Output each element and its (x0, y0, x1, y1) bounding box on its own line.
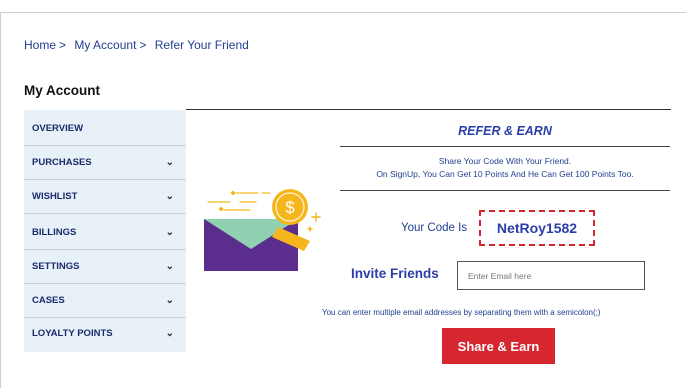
chevron-down-icon: ⌄ (165, 261, 174, 272)
chevron-down-icon: ⌄ (165, 191, 174, 202)
invite-helper-text: You can enter multiple email addresses b… (322, 308, 601, 317)
sidebar-item-settings[interactable]: SETTINGS ⌄ (24, 250, 186, 283)
share-earn-button[interactable]: Share & Earn (442, 328, 555, 364)
sidebar-item-label: WISHLIST (32, 191, 78, 202)
sidebar-divider (24, 213, 186, 214)
sidebar-item-purchases[interactable]: PURCHASES ⌄ (24, 146, 186, 179)
breadcrumb-separator: > (139, 38, 147, 52)
sidebar-item-label: PURCHASES (32, 157, 92, 168)
chevron-down-icon: ⌄ (165, 295, 174, 306)
breadcrumb: Home > My Account > Refer Your Friend (24, 38, 249, 52)
invite-email-input[interactable] (457, 261, 645, 290)
refer-description: Share Your Code With Your Friend. On Sig… (340, 155, 670, 181)
description-divider (340, 190, 670, 191)
breadcrumb-current: Refer Your Friend (154, 38, 249, 52)
sidebar-item-label: OVERVIEW (32, 123, 84, 134)
envelope-coin-icon: $ (204, 189, 321, 271)
refer-description-line: On SignUp, You Can Get 10 Points And He … (376, 169, 634, 179)
breadcrumb-home[interactable]: Home (24, 38, 56, 52)
chevron-down-icon: ⌄ (165, 328, 174, 339)
sidebar-item-overview[interactable]: OVERVIEW (24, 112, 186, 145)
page-title: My Account (24, 83, 101, 98)
sidebar-item-wishlist[interactable]: WISHLIST ⌄ (24, 180, 186, 213)
sidebar-item-billings[interactable]: BILLINGS ⌄ (24, 216, 186, 249)
chevron-down-icon: ⌄ (165, 227, 174, 238)
sidebar-item-label: SETTINGS (32, 261, 80, 272)
content-divider (186, 109, 671, 110)
invite-friends-label: Invite Friends (351, 266, 439, 281)
sidebar-item-loyalty-points[interactable]: LOYALTY POINTS ⌄ (24, 317, 186, 350)
chevron-down-icon: ⌄ (165, 157, 174, 168)
sidebar-item-label: CASES (32, 295, 65, 306)
refer-description-line: Share Your Code With Your Friend. (438, 156, 572, 166)
your-code-label: Your Code Is (401, 222, 468, 234)
refer-earn-title: REFER & EARN (458, 124, 552, 138)
referral-code-box: NetRoy1582 (479, 210, 595, 246)
title-divider (340, 146, 670, 147)
sparkle-lines-icon (207, 192, 271, 211)
coin-symbol: $ (285, 198, 295, 217)
sidebar-item-label: LOYALTY POINTS (32, 328, 113, 339)
sidebar-item-cases[interactable]: CASES ⌄ (24, 284, 186, 317)
sidebar-item-label: BILLINGS (32, 227, 77, 238)
account-sidebar: OVERVIEW PURCHASES ⌄ WISHLIST ⌄ BILLINGS… (24, 110, 186, 352)
breadcrumb-my-account[interactable]: My Account (74, 38, 136, 52)
breadcrumb-separator: > (59, 38, 67, 52)
